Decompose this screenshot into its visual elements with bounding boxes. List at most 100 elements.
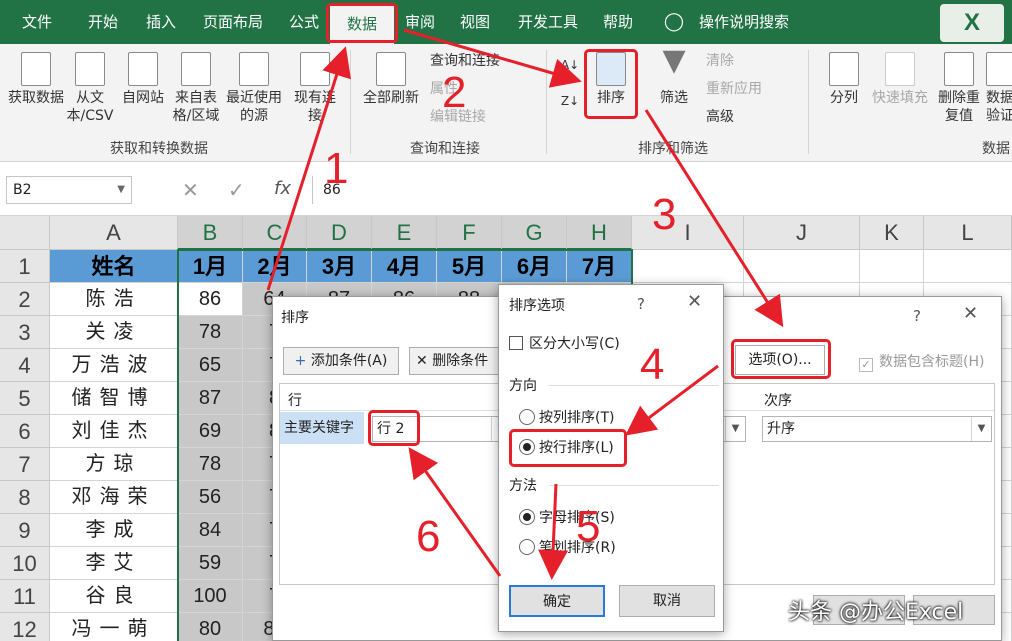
sort-az-icon[interactable]: A↓ Z↓ <box>558 56 582 110</box>
column-header-k[interactable]: K <box>860 216 924 250</box>
add-condition-button[interactable]: + 添加条件(A) <box>283 347 399 375</box>
row-header-12[interactable]: 12 <box>0 613 50 641</box>
cell[interactable]: 邓海荣 <box>50 481 178 514</box>
from-text-button[interactable]: 从文本/CSV <box>62 52 118 125</box>
column-header-b[interactable]: B <box>178 216 243 250</box>
cell[interactable]: 69 <box>178 415 243 448</box>
column-header-l[interactable]: L <box>924 216 1012 250</box>
case-sensitive-checkbox[interactable]: 区分大小写(C) <box>509 333 620 353</box>
row-header-3[interactable]: 3 <box>0 316 50 349</box>
order-select[interactable]: 升序 ▼ <box>762 416 992 442</box>
cell[interactable]: 谷良 <box>50 580 178 613</box>
cell[interactable]: 5月 <box>437 250 502 283</box>
cell[interactable] <box>744 250 860 283</box>
cell[interactable] <box>924 250 1012 283</box>
cell[interactable]: 姓名 <box>50 250 178 283</box>
cancel-icon[interactable]: ✕ <box>182 178 199 202</box>
column-header-h[interactable]: H <box>567 216 632 250</box>
cell[interactable]: 李艾 <box>50 547 178 580</box>
tab-home[interactable]: 开始 <box>78 0 128 44</box>
column-header-e[interactable]: E <box>372 216 437 250</box>
cell[interactable]: 刘佳杰 <box>50 415 178 448</box>
existing-connections-button[interactable]: 现有连接 <box>294 52 336 125</box>
row-header-10[interactable]: 10 <box>0 547 50 580</box>
tab-view[interactable]: 视图 <box>452 0 498 44</box>
cell[interactable] <box>860 250 924 283</box>
tab-page-layout[interactable]: 页面布局 <box>196 0 270 44</box>
column-header-j[interactable]: J <box>744 216 860 250</box>
has-header-checkbox[interactable]: ✓ 数据包含标题(H) <box>859 351 984 372</box>
advanced-filter-button[interactable]: 高级 <box>706 106 734 128</box>
cell[interactable]: 陈浩 <box>50 283 178 316</box>
cell[interactable]: 7月 <box>567 250 632 283</box>
help-icon[interactable]: ? <box>913 307 921 325</box>
cell[interactable]: 万浩波 <box>50 349 178 382</box>
remove-duplicates-button[interactable]: 删除重复值 <box>934 52 984 125</box>
cell[interactable]: 80 <box>178 613 243 641</box>
column-header-g[interactable]: G <box>502 216 567 250</box>
tab-help[interactable]: 帮助 <box>598 0 638 44</box>
cell[interactable]: 65 <box>178 349 243 382</box>
by-column-radio[interactable]: 按列排序(T) <box>519 407 614 427</box>
get-data-button[interactable]: 获取数据 <box>8 52 64 107</box>
tab-review[interactable]: 审阅 <box>400 0 440 44</box>
cell[interactable]: 78 <box>178 316 243 349</box>
column-header-a[interactable]: A <box>50 216 178 250</box>
cell[interactable]: 59 <box>178 547 243 580</box>
text-to-columns-button[interactable]: 分列 <box>822 52 866 107</box>
options-cancel-button[interactable]: 取消 <box>619 585 715 617</box>
column-header-i[interactable]: I <box>632 216 744 250</box>
name-box[interactable]: B2 ▼ <box>6 176 132 204</box>
tab-developer[interactable]: 开发工具 <box>512 0 584 44</box>
cell[interactable]: 87 <box>178 382 243 415</box>
cell[interactable]: 78 <box>178 448 243 481</box>
from-web-button[interactable]: 自网站 <box>120 52 166 107</box>
cell[interactable]: 2月 <box>243 250 307 283</box>
clear-filter-button[interactable]: 清除 <box>706 50 734 72</box>
select-all-corner[interactable] <box>0 216 50 250</box>
cell[interactable]: 方琼 <box>50 448 178 481</box>
column-header-d[interactable]: D <box>307 216 372 250</box>
recent-sources-button[interactable]: 最近使用的源 <box>226 52 282 125</box>
tab-file[interactable]: 文件 <box>12 0 62 44</box>
from-table-button[interactable]: 来自表格/区域 <box>168 52 224 125</box>
options-ok-button[interactable]: 确定 <box>509 585 605 617</box>
row-header-7[interactable]: 7 <box>0 448 50 481</box>
row-header-5[interactable]: 5 <box>0 382 50 415</box>
close-icon[interactable]: ✕ <box>687 291 702 312</box>
data-validation-button[interactable]: 数据验证 <box>986 52 1012 125</box>
filter-button[interactable]: ▼ 筛选 <box>652 46 696 107</box>
row-header-4[interactable]: 4 <box>0 349 50 382</box>
tell-me-search[interactable]: 操作说明搜索 <box>694 0 794 44</box>
reapply-button[interactable]: 重新应用 <box>706 78 762 100</box>
fx-icon[interactable]: fx <box>274 178 291 199</box>
row-header-11[interactable]: 11 <box>0 580 50 613</box>
cell[interactable]: 86 <box>178 283 243 316</box>
row-header-8[interactable]: 8 <box>0 481 50 514</box>
cell[interactable]: 冯一萌 <box>50 613 178 641</box>
delete-condition-button[interactable]: ✕ 删除条件 <box>409 347 499 375</box>
cell[interactable]: 1月 <box>178 250 243 283</box>
tab-formulas[interactable]: 公式 <box>280 0 328 44</box>
cell[interactable]: 李成 <box>50 514 178 547</box>
column-header-f[interactable]: F <box>437 216 502 250</box>
cell[interactable]: 56 <box>178 481 243 514</box>
cell[interactable]: 储智博 <box>50 382 178 415</box>
cell[interactable]: 84 <box>178 514 243 547</box>
cell[interactable]: 100 <box>178 580 243 613</box>
row-header-2[interactable]: 2 <box>0 283 50 316</box>
cell[interactable]: 6月 <box>502 250 567 283</box>
help-icon[interactable]: ? <box>637 295 645 313</box>
stroke-radio[interactable]: 笔划排序(R) <box>519 537 616 557</box>
enter-icon[interactable]: ✓ <box>228 178 245 202</box>
close-icon[interactable]: ✕ <box>963 303 978 324</box>
row-header-9[interactable]: 9 <box>0 514 50 547</box>
cell[interactable] <box>632 250 744 283</box>
tab-insert[interactable]: 插入 <box>136 0 186 44</box>
cell[interactable]: 4月 <box>372 250 437 283</box>
row-header-6[interactable]: 6 <box>0 415 50 448</box>
flash-fill-button[interactable]: 快速填充 <box>868 52 932 107</box>
refresh-all-button[interactable]: 全部刷新 <box>360 52 422 107</box>
cell[interactable]: 3月 <box>307 250 372 283</box>
cell[interactable]: 关凌 <box>50 316 178 349</box>
